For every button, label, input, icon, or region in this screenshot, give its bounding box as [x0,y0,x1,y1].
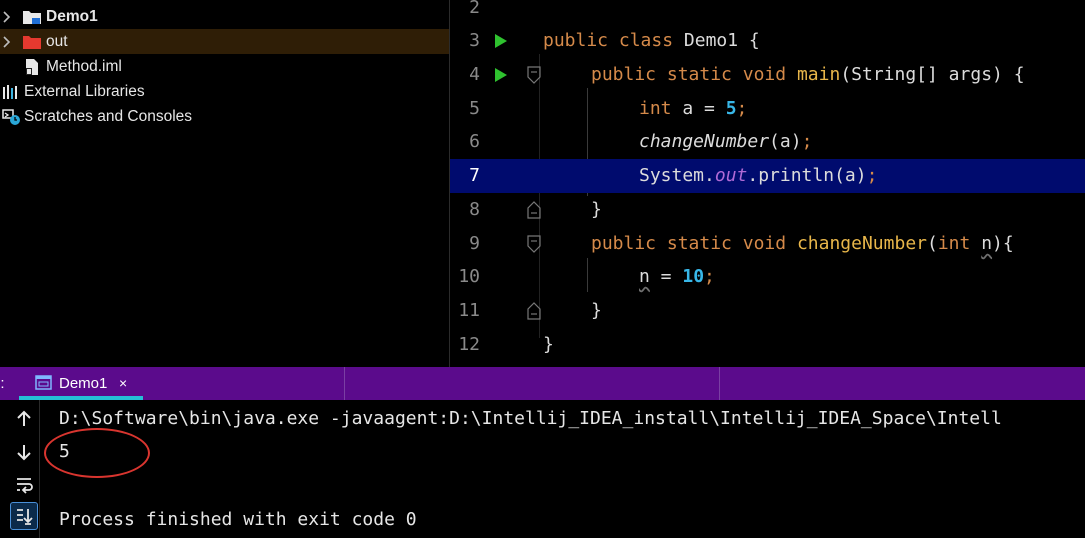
divider [344,367,345,400]
line-number: 8 [469,199,480,220]
soft-wrap-button[interactable] [10,471,38,499]
line-number: 7 [469,165,480,186]
console-tab-icon [35,375,52,390]
code-line[interactable]: 12 } [450,328,1085,362]
tree-item-method-iml[interactable]: Method.iml [0,54,449,79]
code-editor[interactable]: 2 3 public class Demo1 { 4 public static… [449,0,1085,367]
code-text: changeNumber(a); [639,131,813,152]
arrow-up-icon [17,410,31,426]
scroll-to-end-button[interactable] [10,502,38,530]
scroll-to-end-icon [17,509,33,525]
code-line[interactable]: 11 } [450,294,1085,328]
code-line[interactable]: 4 public static void main(String[] args)… [450,58,1085,92]
line-number: 2 [469,0,480,18]
tab-demo1[interactable]: Demo1 × [19,367,143,400]
code-text: public class Demo1 { [543,30,760,51]
tree-item-external-libraries[interactable]: External Libraries [0,79,449,104]
project-tree-panel: Demo1 out Method.iml External Libraries … [0,0,449,367]
console-exit-line: Process finished with exit code 0 [59,509,417,530]
line-number: 3 [469,30,480,51]
chevron-right-icon[interactable] [0,29,14,54]
fold-end-icon[interactable] [526,201,542,219]
soft-wrap-icon [17,478,33,494]
code-line[interactable]: 6 changeNumber(a); [450,125,1085,159]
code-line[interactable]: 9 public static void changeNumber(int n)… [450,227,1085,261]
scratches-icon [2,104,22,129]
code-text: public static void main(String[] args) { [591,64,1025,85]
run-gutter-icon[interactable] [493,67,509,83]
code-line[interactable]: 10 n = 10; [450,260,1085,294]
divider [719,367,720,400]
code-line[interactable]: 2 [450,0,1085,25]
code-line[interactable]: 3 public class Demo1 { [450,24,1085,58]
run-tool-window-header: n: Demo1 × [0,367,1085,400]
code-line[interactable]: 5 int a = 5; [450,92,1085,126]
annotation-circle [44,428,150,478]
scroll-up-button[interactable] [10,405,38,433]
line-number: 5 [469,98,480,119]
code-text: System.out.println(a); [639,165,878,186]
tree-item-out[interactable]: out [0,29,449,54]
code-line[interactable]: 8 } [450,193,1085,227]
tree-item-label: Demo1 [46,8,98,25]
scroll-down-button[interactable] [10,438,38,466]
tree-item-label: External Libraries [24,83,145,100]
fold-marker-icon[interactable] [526,66,542,84]
tree-item-label: Method.iml [46,58,122,75]
arrow-down-icon [17,445,31,461]
code-line-current[interactable]: 7 System.out.println(a); [450,159,1085,193]
iml-file-icon [24,54,40,79]
tree-item-label: out [46,33,68,50]
code-text: } [591,199,602,220]
line-number: 11 [458,300,480,321]
tree-item-demo1[interactable]: Demo1 [0,4,449,29]
run-window-label: n: [0,375,5,392]
code-text: } [543,334,554,355]
run-gutter-icon[interactable] [493,33,509,49]
line-number: 6 [469,131,480,152]
line-number: 12 [458,334,480,355]
libraries-icon [2,79,20,104]
console-toolbar [0,400,40,538]
fold-marker-icon[interactable] [526,235,542,253]
fold-end-icon[interactable] [526,302,542,320]
code-text: public static void changeNumber(int n){ [591,233,1014,254]
tree-item-label: Scratches and Consoles [24,108,193,125]
code-text: n = 10; [639,266,715,287]
folder-excluded-icon [22,29,42,54]
line-number: 4 [469,64,480,85]
line-number: 10 [458,266,480,287]
line-number: 9 [469,233,480,254]
chevron-right-icon[interactable] [0,4,14,29]
code-text: int a = 5; [639,98,748,119]
tree-item-scratches[interactable]: Scratches and Consoles [0,104,449,129]
run-console[interactable]: D:\Software\bin\java.exe -javaagent:D:\I… [0,400,1085,538]
console-command-line: D:\Software\bin\java.exe -javaagent:D:\I… [59,408,1002,429]
code-text: } [591,300,602,321]
folder-module-icon [22,4,42,29]
